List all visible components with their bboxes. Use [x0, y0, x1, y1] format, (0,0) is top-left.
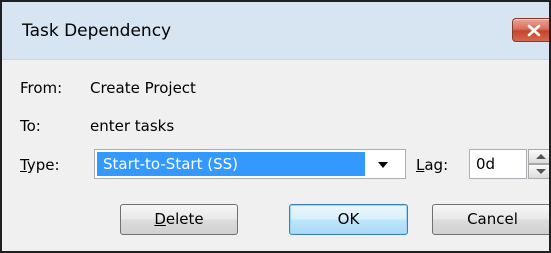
- close-icon: [527, 24, 541, 37]
- spin-up-button[interactable]: [528, 149, 549, 164]
- dialog-title: Task Dependency: [22, 21, 172, 41]
- lag-label: Lag:: [416, 156, 449, 174]
- lag-input[interactable]: 0d: [469, 149, 527, 179]
- type-dropdown[interactable]: Start-to-Start (SS): [94, 149, 406, 179]
- lag-spinner: [528, 149, 549, 179]
- spin-up-icon: [536, 154, 546, 159]
- from-label: From:: [20, 79, 63, 97]
- to-label: To:: [20, 117, 41, 135]
- chevron-down-icon[interactable]: [378, 162, 388, 168]
- cancel-button[interactable]: Cancel: [432, 204, 549, 235]
- task-dependency-dialog: Task Dependency From: Create Project To:…: [0, 0, 551, 253]
- to-task-name: enter tasks: [90, 117, 175, 135]
- title-bar[interactable]: Task Dependency: [2, 2, 549, 60]
- type-selected-value: Start-to-Start (SS): [97, 152, 365, 176]
- from-task-name: Create Project: [90, 79, 196, 97]
- spin-down-icon: [536, 169, 546, 174]
- ok-button[interactable]: OK: [289, 204, 408, 235]
- delete-button[interactable]: Delete: [120, 204, 238, 235]
- spin-down-button[interactable]: [528, 164, 549, 179]
- close-button[interactable]: [512, 18, 549, 42]
- type-label: Type:: [20, 156, 60, 174]
